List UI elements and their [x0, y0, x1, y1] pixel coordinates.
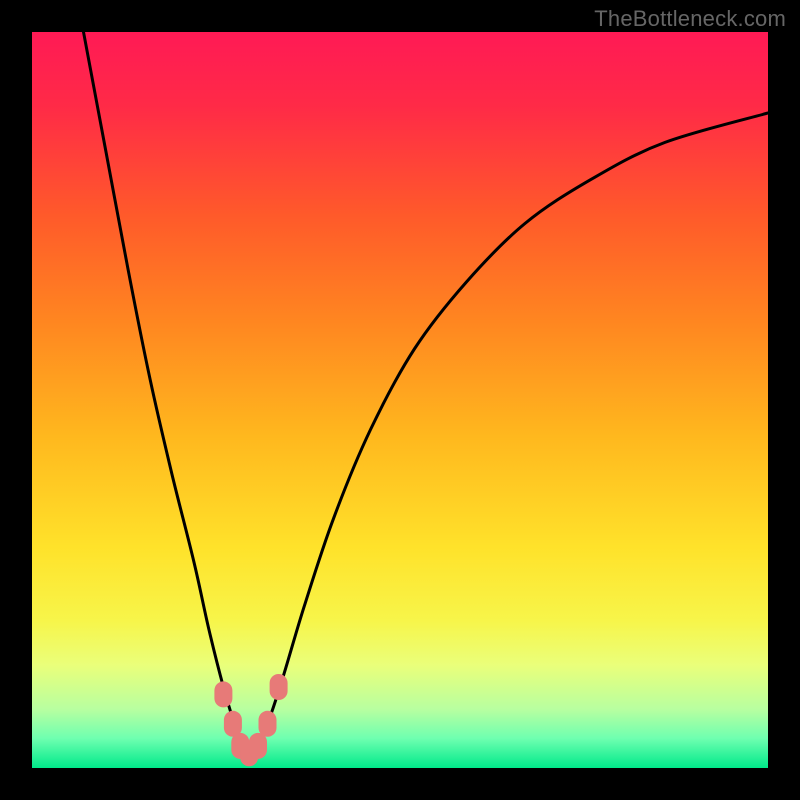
curve-path [84, 32, 769, 753]
curve-marker [270, 674, 288, 700]
curve-marker [249, 733, 267, 759]
bottleneck-curve [32, 32, 768, 768]
curve-marker [259, 711, 277, 737]
curve-marker [214, 681, 232, 707]
plot-area [32, 32, 768, 768]
curve-markers [214, 674, 287, 766]
curve-marker [224, 711, 242, 737]
watermark-text: TheBottleneck.com [594, 6, 786, 32]
chart-frame: TheBottleneck.com [0, 0, 800, 800]
